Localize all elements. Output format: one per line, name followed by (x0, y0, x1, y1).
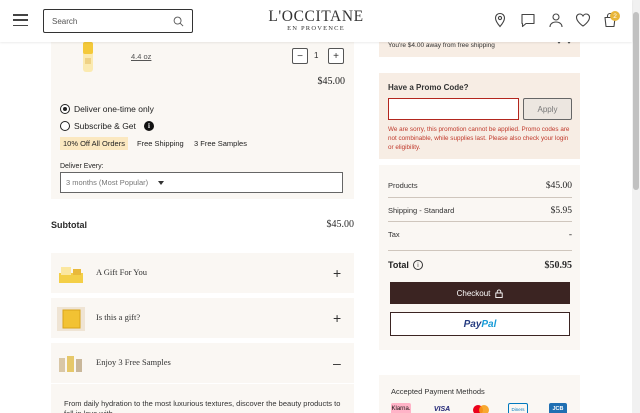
free-samples-title: Enjoy 3 Free Samples (96, 357, 171, 367)
total-info-icon[interactable]: i (413, 260, 423, 270)
menu-icon[interactable] (13, 14, 28, 26)
deliver-every-label: Deliver Every: (60, 163, 104, 170)
shipping-row: Shipping - Standard $5.95 (388, 206, 572, 216)
chevron-down-icon (158, 180, 165, 185)
logo-line-2: EN PROVENCE (287, 25, 345, 32)
paypal-text-pal: Pal (481, 318, 497, 330)
apply-promo-button[interactable]: Apply (523, 98, 572, 120)
shipping-label: Shipping - Standard (388, 206, 455, 215)
logo-line-1: L'OCCITANE (268, 8, 364, 25)
bag-count-badge: 2 (610, 11, 620, 21)
chat-icon[interactable] (520, 12, 536, 28)
scrollbar-thumb[interactable] (633, 12, 639, 190)
search-placeholder: Search (52, 16, 78, 26)
item-price: $45.00 (317, 76, 346, 87)
products-value: $45.00 (545, 181, 572, 191)
is-this-gift-title: Is this a gift? (96, 312, 141, 322)
divider (388, 197, 572, 198)
heart-icon[interactable] (575, 12, 591, 28)
tax-row: Tax - (388, 230, 572, 240)
checkout-label: Checkout (456, 288, 491, 298)
lock-icon (495, 288, 504, 298)
gift-thumbnail (57, 262, 85, 286)
free-samples-accordion[interactable]: Enjoy 3 Free Samples – (51, 343, 354, 383)
divider (388, 221, 572, 222)
subtotal-label: Subtotal (51, 220, 87, 230)
perk-discount-chip: 10% Off All Orders (60, 137, 128, 150)
location-icon[interactable] (492, 12, 508, 28)
subscribe-info-icon[interactable]: i (144, 121, 154, 131)
jcb-logo: JCB (549, 403, 567, 413)
expand-icon[interactable]: + (333, 265, 341, 281)
promo-code-input[interactable] (388, 98, 519, 120)
paypal-text-pay: Pay (463, 318, 482, 330)
total-label: Total (388, 260, 409, 270)
page-scrollbar[interactable] (632, 0, 640, 413)
collapse-icon[interactable]: – (333, 355, 341, 371)
free-samples-description: From daily hydration to the most luxurio… (64, 399, 341, 413)
tax-label: Tax (388, 230, 400, 239)
gift-for-you-accordion[interactable]: A Gift For You + (51, 253, 354, 293)
gift-for-you-title: A Gift For You (96, 267, 148, 277)
brand-logo[interactable]: L'OCCITANE EN PROVENCE (262, 9, 370, 33)
deliver-every-select[interactable]: 3 months (Most Popular) (60, 172, 343, 193)
product-size-link[interactable]: 4.4 oz (131, 52, 151, 61)
one-time-delivery-label[interactable]: Deliver one-time only (74, 104, 154, 114)
site-header: Search L'OCCITANE EN PROVENCE 2 (0, 0, 632, 42)
samples-thumbnail (57, 352, 85, 376)
total-value: $50.95 (544, 260, 573, 271)
search-icon[interactable] (173, 16, 184, 27)
account-icon[interactable] (548, 12, 564, 28)
products-row: Products $45.00 (388, 181, 572, 191)
is-this-gift-accordion[interactable]: Is this a gift? + (51, 298, 354, 338)
product-image[interactable] (77, 42, 99, 74)
products-label: Products (388, 181, 418, 190)
subscribe-radio[interactable] (60, 121, 70, 131)
quantity-decrease-button[interactable]: − (292, 48, 308, 64)
deliver-every-value: 3 months (Most Popular) (66, 178, 149, 187)
perk-samples-chip: 3 Free Samples (194, 139, 247, 148)
promo-code-panel: Have a Promo Code? Apply We are sorry, t… (379, 73, 580, 159)
payment-methods-heading: Accepted Payment Methods (391, 387, 485, 396)
paypal-button[interactable]: Pay Pal (390, 312, 570, 336)
divider (388, 250, 572, 251)
promo-heading: Have a Promo Code? (388, 83, 469, 92)
one-time-delivery-radio[interactable] (60, 104, 70, 114)
diners-logo: Diners (508, 403, 528, 413)
expand-icon[interactable]: + (333, 310, 341, 326)
free-samples-content: From daily hydration to the most luxurio… (51, 384, 354, 413)
payment-methods-panel: Accepted Payment Methods Klarna. VISA ma… (379, 375, 580, 413)
quantity-value: 1 (314, 51, 319, 60)
promo-error-message: We are sorry, this promotion cannot be a… (388, 126, 570, 151)
checkout-button[interactable]: Checkout (390, 282, 570, 304)
gift-box-thumbnail (57, 307, 85, 331)
subscribe-label[interactable]: Subscribe & Get (74, 121, 136, 131)
klarna-logo: Klarna. (391, 403, 411, 413)
mastercard-circles-icon (473, 405, 489, 413)
free-shipping-text: You're $4.00 away from free shipping (388, 42, 495, 49)
subtotal-value: $45.00 (326, 219, 355, 230)
shipping-value: $5.95 (550, 206, 572, 216)
perk-shipping-chip: Free Shipping (137, 139, 184, 148)
quantity-increase-button[interactable]: + (328, 48, 344, 64)
tax-value: - (568, 230, 572, 240)
search-input[interactable]: Search (43, 9, 193, 33)
visa-logo: VISA (433, 405, 451, 413)
